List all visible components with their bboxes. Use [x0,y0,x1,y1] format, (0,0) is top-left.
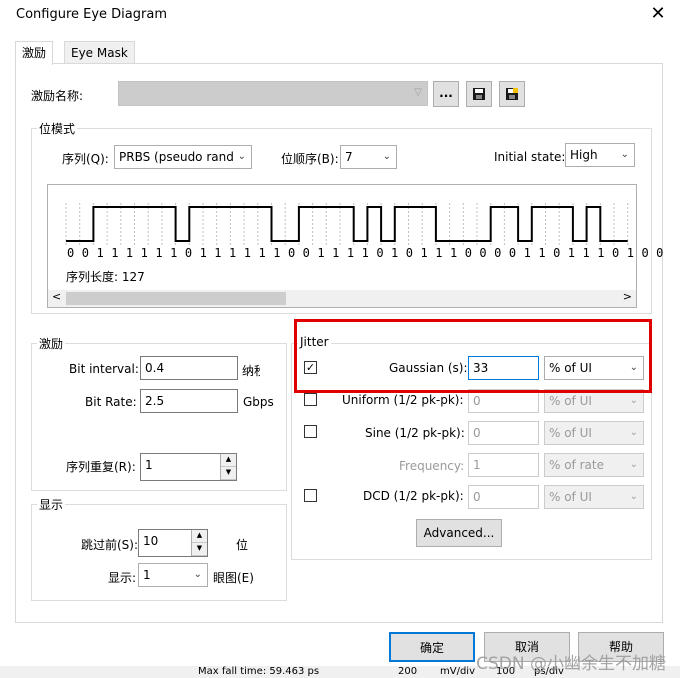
spin-up-icon[interactable]: ▲ [192,530,207,543]
spin-down-icon[interactable]: ▼ [192,543,207,556]
initial-state-value: High [570,148,598,162]
bit-rate-unit: Gbps [243,395,274,409]
scrollbar-thumb[interactable] [66,292,286,305]
sine-unit-combo[interactable]: % of UI ⌄ [544,421,644,445]
max-fall-time-text: Max fall time: 59.463 ps [198,666,320,677]
ok-button[interactable]: 确定 [389,632,475,662]
dcd-unit-combo[interactable]: % of UI ⌄ [544,485,644,509]
bit-pattern-group-label: 位模式 [37,120,78,137]
bit-sequence-text: 0 0 1 1 1 1 1 1 0 1 1 1 1 1 1 0 0 1 1 1 … [67,246,664,260]
sine-checkbox[interactable] [304,425,317,438]
tab-stimulus[interactable]: 激励 [15,41,54,65]
waveform-trace [66,206,628,242]
frequency-unit-value: % of rate [549,458,604,472]
skip-unit: 位 [236,538,249,552]
bit-rate-input[interactable]: 2.5 [140,389,238,413]
tab-eye-mask[interactable]: Eye Mask [64,41,135,64]
close-icon[interactable]: ✕ [648,4,668,24]
mv-value-text: 200 [398,666,418,677]
bit-interval-unit: 纳秒 [242,364,260,378]
uniform-label: Uniform (1/2 pk-pk): [342,393,464,407]
browse-button[interactable]: ... [433,81,459,107]
spin-up-icon[interactable]: ▲ [221,454,236,467]
frequency-unit-combo[interactable]: % of rate ⌄ [544,453,644,477]
show-label: 显示: [108,571,137,585]
highlight-box [294,319,652,393]
chevron-down-icon: ⌄ [629,427,638,438]
stimulus-name-label: 激励名称: [31,89,84,103]
stimulus-name-combo[interactable]: ▽ [118,81,428,106]
repeat-spinner[interactable]: ▲ ▼ [220,454,236,480]
display-group-label: 显示 [37,496,66,513]
bit-interval-label: Bit interval: [69,362,139,376]
bit-rate-label: Bit Rate: [85,395,137,409]
save-as-icon [506,88,518,100]
save-button[interactable] [466,81,492,107]
skip-spinner[interactable]: ▲ ▼ [191,530,207,556]
show-combo[interactable]: 1 ⌄ [138,563,208,587]
sine-unit-value: % of UI [549,426,592,440]
watermark-text: CSDN @小幽余生不加糖 [476,654,666,674]
repeat-value: 1 [145,458,153,472]
stimulus-group-label: 激励 [37,335,66,352]
dcd-input[interactable]: 0 [468,485,539,509]
chevron-down-icon: ⌄ [382,151,391,162]
skip-value: 10 [143,534,159,548]
repeat-input[interactable]: 1 ▲ ▼ [140,453,237,481]
sequence-combo[interactable]: PRBS (pseudo rand ⌄ [114,145,252,169]
uniform-checkbox[interactable] [304,393,317,406]
show-unit: 眼图(E) [213,571,254,585]
chevron-down-icon: ▽ [414,87,422,98]
scroll-right-icon[interactable]: > [623,290,632,303]
spin-down-icon[interactable]: ▼ [221,467,236,480]
dcd-checkbox[interactable] [304,489,317,502]
frequency-label: Frequency: [399,459,465,473]
uniform-unit-value: % of UI [549,394,592,408]
chevron-down-icon: ⌄ [237,151,246,162]
waveform-scrollbar[interactable]: < > [48,290,636,307]
sequence-label: 序列(Q): [62,152,109,166]
frequency-input[interactable]: 1 [468,453,539,477]
chevron-down-icon: ⌄ [629,395,638,406]
sequence-length-label: 序列长度: 127 [66,270,145,284]
dcd-unit-value: % of UI [549,490,592,504]
chevron-down-icon: ⌄ [620,149,629,160]
chevron-down-icon: ⌄ [629,459,638,470]
bit-interval-input[interactable]: 0.4 [140,356,238,380]
chevron-down-icon: ⌄ [629,491,638,502]
advanced-button[interactable]: Advanced... [416,519,502,547]
scroll-left-icon[interactable]: < [52,290,61,303]
skip-label: 跳过前(S): [81,538,139,552]
initial-state-combo[interactable]: High ⌄ [565,143,635,167]
window-title: Configure Eye Diagram [16,7,167,22]
sine-input[interactable]: 0 [468,421,539,445]
skip-input[interactable]: 10 ▲ ▼ [138,529,208,557]
sine-label: Sine (1/2 pk-pk): [365,426,465,440]
bit-order-label: 位顺序(B): [281,152,339,166]
save-as-button[interactable] [499,81,525,107]
initial-state-label: Initial state: [494,150,566,164]
dcd-label: DCD (1/2 pk-pk): [363,489,464,503]
save-icon [473,88,485,100]
bit-order-combo[interactable]: 7 ⌄ [340,145,397,169]
mv-unit-text: mV/div [440,666,475,677]
chevron-down-icon: ⌄ [193,569,202,580]
sequence-value: PRBS (pseudo rand [119,150,234,164]
repeat-label: 序列重复(R): [66,460,136,474]
bit-order-value: 7 [345,150,353,164]
show-value: 1 [143,568,151,582]
